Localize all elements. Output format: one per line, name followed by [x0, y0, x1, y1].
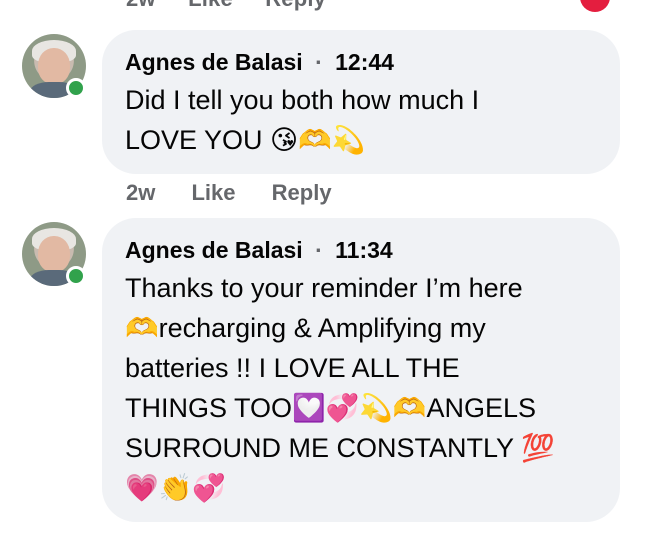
comment-time[interactable]: 11:34 [335, 237, 393, 263]
previous-comment-actions: 2w Like Reply [126, 0, 352, 12]
online-status-icon [66, 266, 86, 286]
comment-line: SURROUND ME CONSTANTLY 💯 [125, 433, 555, 463]
comment-line: 🫶recharging & Amplifying my [125, 313, 486, 343]
comment-line: 💗👏💞 [125, 473, 226, 503]
comment-time[interactable]: 12:44 [335, 49, 394, 75]
comment-line: batteries !! I LOVE ALL THE [125, 353, 460, 383]
comment-age[interactable]: 2w [126, 180, 155, 205]
comment-text: Did I tell you both how much I LOVE YOU … [125, 80, 598, 160]
reply-button[interactable]: Reply [265, 0, 326, 11]
reply-button[interactable]: Reply [272, 180, 332, 205]
author-name[interactable]: Agnes de Balasi [125, 237, 303, 263]
comment-bubble: Agnes de Balasi · 11:34 Thanks to your r… [102, 218, 620, 522]
like-button[interactable]: Like [188, 0, 233, 11]
comment-line: Thanks to your reminder I’m here [125, 273, 523, 303]
comment-text: Thanks to your reminder I’m here 🫶rechar… [125, 268, 598, 508]
comment-bubble: Agnes de Balasi · 12:44 Did I tell you b… [102, 30, 620, 174]
comment-line: LOVE YOU 😘🫶💫 [125, 125, 366, 155]
comment-age[interactable]: 2w [126, 0, 156, 11]
like-button[interactable]: Like [191, 180, 235, 205]
online-status-icon [66, 78, 86, 98]
comment-line: Did I tell you both how much I [125, 85, 480, 115]
comment-line: THINGS TOO💟💞💫🫶ANGELS [125, 393, 537, 423]
comment-actions: 2w Like Reply [126, 180, 362, 206]
separator-dot: · [315, 49, 323, 75]
author-name[interactable]: Agnes de Balasi [125, 49, 303, 75]
separator-dot: · [315, 237, 323, 263]
notification-badge[interactable] [580, 0, 610, 12]
